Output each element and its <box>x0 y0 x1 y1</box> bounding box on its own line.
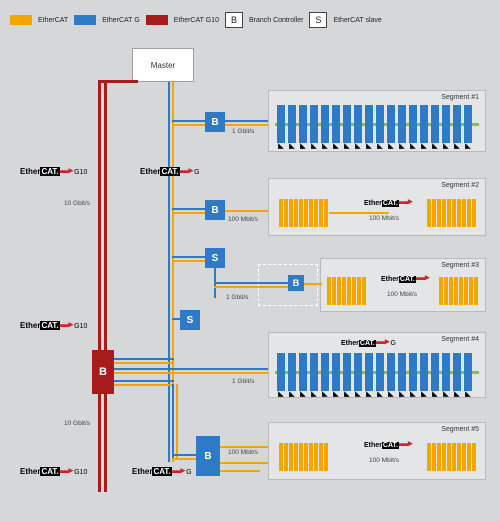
wire-b4-in2 <box>172 458 196 460</box>
segment-5-title: Segment #5 <box>441 426 479 433</box>
legend-label-ethercat-g10: EtherCAT G10 <box>174 17 219 24</box>
wire-b4-v1 <box>172 384 174 458</box>
wire-b4-in <box>172 454 196 456</box>
wire-b4-out1 <box>220 446 270 448</box>
wire-b4-out2 <box>220 462 270 464</box>
wire-s-to-b3 <box>214 282 288 284</box>
master-label: Master <box>151 61 175 70</box>
legend-box-branch: B <box>225 12 243 28</box>
wire-b2-out <box>225 210 270 212</box>
seg2-mid-wire <box>329 212 389 214</box>
wire-b1-out2 <box>225 124 270 126</box>
master-node: Master <box>132 48 194 82</box>
speed-b4: 100 Mbit/s <box>228 449 258 456</box>
wire-b1-out <box>225 120 270 122</box>
legend-label-ethercat-g: EtherCAT G <box>102 17 139 24</box>
segment-3-slaves-b <box>439 277 478 305</box>
wire-b2-in2 <box>172 212 205 214</box>
logo-seg4: EtherCAT.▬▸G <box>341 337 396 348</box>
logo-g-1: EtherCAT.▬▸G <box>140 166 200 177</box>
segment-4-title: Segment #4 <box>441 336 479 343</box>
speed-seg2: 100 Mbit/s <box>369 215 399 222</box>
wire-s1 <box>172 256 205 258</box>
speed-g10-1: 10 Gbit/s <box>64 200 90 207</box>
wire-s2 <box>172 318 182 320</box>
segment-1-title: Segment #1 <box>441 94 479 101</box>
wire-b3-seg3 <box>304 283 322 285</box>
branch-controller-2: B <box>205 200 225 220</box>
segment-2-panel: Segment #2 EtherCAT.▬▸ 100 Mbit/s <box>268 178 486 236</box>
segment-2-slaves-a <box>279 199 328 227</box>
speed-b2: 100 Mbit/s <box>228 216 258 223</box>
legend-swatch-ethercat <box>10 15 32 25</box>
diagram-canvas: EtherCAT EtherCAT G EtherCAT G10 B Branc… <box>0 0 500 521</box>
red-b-out-2 <box>114 362 174 364</box>
legend-swatch-ethercat-g10 <box>146 15 168 25</box>
segment-1-panel: Segment #1 <box>268 90 486 152</box>
speed-seg3: 100 Mbit/s <box>387 291 417 298</box>
segment-5-slaves-a <box>279 443 328 471</box>
wire-g-trunk-a <box>168 82 170 462</box>
wire-b1-in2 <box>172 124 205 126</box>
wire-g10-b <box>104 82 107 492</box>
wire-b2-in <box>172 208 205 210</box>
logo-seg2: EtherCAT.▬▸ <box>364 197 412 208</box>
legend-box-slave: S <box>309 12 327 28</box>
legend-label-slave: EtherCAT slave <box>333 17 381 24</box>
red-b-out-1 <box>114 358 174 360</box>
red-b-out-6 <box>114 384 174 386</box>
red-b-out-3 <box>114 368 268 370</box>
speed-seg5: 100 Mbit/s <box>369 457 399 464</box>
speed-red-b: 1 Gbit/s <box>232 378 254 385</box>
wire-s1b <box>172 260 205 262</box>
branch-controller-3: B <box>288 275 304 291</box>
slave-node-1: S <box>205 248 225 268</box>
legend-swatch-ethercat-g <box>74 15 96 25</box>
wire-b4-v2 <box>176 384 178 458</box>
legend-label-branch: Branch Controller <box>249 17 303 24</box>
red-b-out-4 <box>114 372 268 374</box>
logo-g10-2: EtherCAT.▬▸G10 <box>20 320 87 331</box>
branch-controller-red: B <box>92 350 114 394</box>
branch-controller-4: B <box>196 436 220 476</box>
segment-1-slaves <box>277 105 477 143</box>
wire-s-to-b3y <box>214 286 288 288</box>
red-b-out-5 <box>114 380 174 382</box>
wire-b4-out3 <box>220 470 260 472</box>
logo-g10-1: EtherCAT.▬▸G10 <box>20 166 87 177</box>
speed-b3: 1 Gbit/s <box>226 294 248 301</box>
segment-4-slaves <box>277 353 477 391</box>
logo-seg5: EtherCAT.▬▸ <box>364 439 412 450</box>
slave-node-2: S <box>180 310 200 330</box>
wire-b1-in <box>172 120 205 122</box>
logo-g10-3: EtherCAT.▬▸G10 <box>20 466 87 477</box>
speed-g10-2: 10 Gbit/s <box>64 420 90 427</box>
segment-4-panel: Segment #4 EtherCAT.▬▸G <box>268 332 486 398</box>
logo-g-2: EtherCAT.▬▸G <box>132 466 192 477</box>
logo-seg3: EtherCAT.▬▸ <box>381 273 429 284</box>
wire-g10-a <box>98 82 101 492</box>
legend: EtherCAT EtherCAT G EtherCAT G10 B Branc… <box>0 8 500 32</box>
segment-3-title: Segment #3 <box>441 262 479 269</box>
segment-2-title: Segment #2 <box>441 182 479 189</box>
wire-master-g10 <box>98 80 138 83</box>
segment-3-slaves-a <box>327 277 366 305</box>
branch-controller-1: B <box>205 112 225 132</box>
speed-b1: 1 Gbit/s <box>232 128 254 135</box>
legend-label-ethercat: EtherCAT <box>38 17 68 24</box>
segment-5-panel: Segment #5 EtherCAT.▬▸ 100 Mbit/s <box>268 422 486 480</box>
segment-5-slaves-b <box>427 443 476 471</box>
segment-2-slaves-b <box>427 199 476 227</box>
segment-3-panel: Segment #3 EtherCAT.▬▸ 100 Mbit/s <box>320 258 486 312</box>
